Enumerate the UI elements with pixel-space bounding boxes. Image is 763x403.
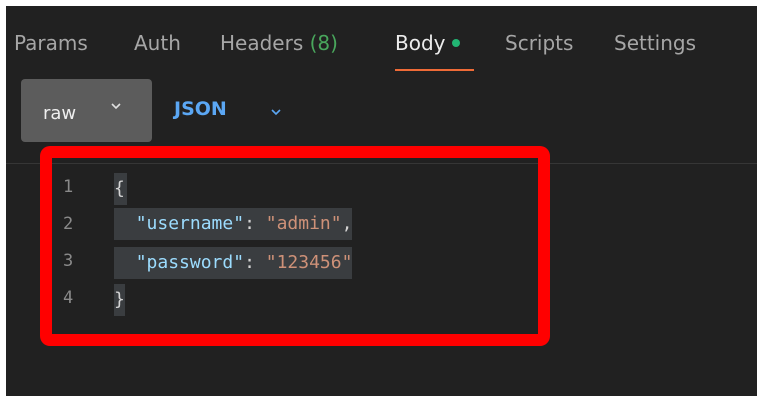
tab-scripts[interactable]: Scripts (505, 31, 573, 55)
body-modified-dot-icon (451, 39, 460, 47)
highlight-annotation-box (40, 146, 550, 346)
tab-body-label: Body (395, 31, 446, 55)
body-type-label: raw (43, 103, 77, 124)
chevron-down-icon (111, 103, 121, 110)
format-dropdown[interactable]: JSON (174, 98, 227, 120)
active-tab-indicator (395, 69, 474, 71)
tab-settings-label: Settings (614, 31, 697, 55)
tab-auth[interactable]: Auth (134, 31, 181, 55)
tab-settings[interactable]: Settings (614, 31, 696, 55)
tab-params[interactable]: Params (14, 31, 88, 55)
tab-headers[interactable]: Headers (8) (220, 31, 338, 55)
body-type-dropdown[interactable]: raw (21, 79, 152, 142)
chevron-down-icon[interactable] (271, 108, 281, 116)
tab-auth-label: Auth (134, 31, 181, 55)
headers-count-badge: (8) (309, 31, 338, 55)
tab-body[interactable]: Body (395, 31, 460, 55)
tab-scripts-label: Scripts (505, 31, 574, 55)
tab-headers-label: Headers (220, 31, 304, 55)
request-editor-panel: Params Auth Headers (8) Body Scripts Set… (6, 6, 757, 396)
format-label: JSON (174, 98, 227, 120)
tab-params-label: Params (14, 31, 88, 55)
